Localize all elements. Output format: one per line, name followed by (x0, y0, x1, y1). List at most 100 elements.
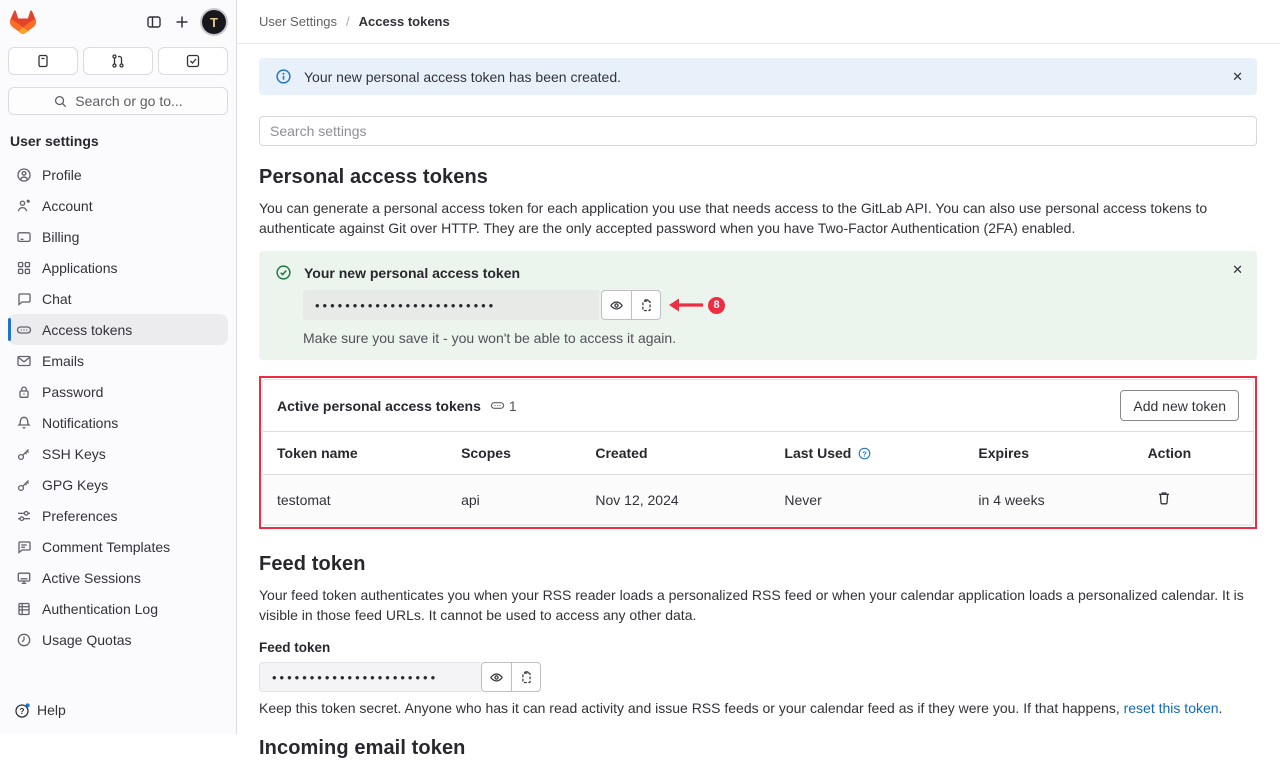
feed-note-text: Keep this token secret. Anyone who has i… (259, 700, 1124, 716)
clipboard-copy-icon (639, 298, 654, 313)
token-pill-icon (16, 322, 32, 338)
col-last-used-label: Last Used (784, 445, 851, 461)
reveal-feed-token-button[interactable] (481, 662, 511, 692)
help-button[interactable]: ? Help (8, 694, 72, 726)
search-or-go-to-label: Search or go to... (75, 93, 182, 109)
copy-token-button[interactable] (631, 290, 661, 320)
close-icon: ✕ (1232, 262, 1243, 277)
todo-check-icon (185, 53, 201, 69)
breadcrumb: User Settings / Access tokens (237, 0, 1280, 44)
sidebar-item-chat[interactable]: Chat (8, 283, 228, 314)
breadcrumb-user-settings[interactable]: User Settings (259, 14, 337, 29)
sidebar-item-label: Billing (42, 229, 79, 245)
sidebar-item-label: GPG Keys (42, 477, 108, 493)
sidebar-item-gpg-keys[interactable]: GPG Keys (8, 469, 228, 500)
red-arrow-icon (667, 297, 705, 313)
lock-icon (16, 384, 32, 400)
col-token-name: Token name (263, 432, 447, 475)
sidebar-item-applications[interactable]: Applications (8, 252, 228, 283)
active-tokens-card: Active personal access tokens 1 Add new … (262, 379, 1254, 526)
eye-icon (489, 670, 504, 685)
grid-icon (16, 260, 32, 276)
success-alert-note: Make sure you save it - you won't be abl… (303, 330, 1217, 346)
account-icon (16, 198, 32, 214)
col-scopes: Scopes (447, 432, 581, 475)
log-table-icon (16, 601, 32, 617)
add-new-token-button[interactable]: Add new token (1120, 390, 1239, 421)
sidebar-item-authentication-log[interactable]: Authentication Log (8, 593, 228, 624)
breadcrumb-access-tokens: Access tokens (359, 14, 450, 29)
sidebar-item-preferences[interactable]: Preferences (8, 500, 228, 531)
create-new-button[interactable] (168, 8, 196, 36)
search-settings-input[interactable] (259, 116, 1257, 146)
breadcrumb-separator: / (346, 14, 350, 29)
gitlab-logo-icon[interactable] (10, 10, 36, 34)
search-icon (53, 94, 68, 109)
active-tokens-count-value: 1 (509, 398, 517, 414)
col-action: Action (1134, 432, 1253, 475)
info-alert-close-button[interactable]: ✕ (1232, 68, 1243, 86)
sidebar-item-ssh-keys[interactable]: SSH Keys (8, 438, 228, 469)
help-question-icon[interactable]: ? (857, 446, 872, 461)
plus-icon (174, 14, 190, 30)
feed-token-note: Keep this token secret. Anyone who has i… (259, 700, 1257, 716)
trash-icon (1156, 490, 1172, 506)
sidebar-item-emails[interactable]: Emails (8, 345, 228, 376)
sidebar-item-label: Access tokens (42, 322, 132, 338)
eye-icon (609, 298, 624, 313)
success-alert-close-button[interactable]: ✕ (1232, 261, 1243, 279)
sidebar-item-label: Account (42, 198, 93, 214)
copy-feed-token-button[interactable] (511, 662, 541, 692)
incoming-email-token-heading: Incoming email token (259, 737, 1257, 760)
sidebar-section-title: User settings (0, 115, 236, 155)
feed-token-label: Feed token (259, 640, 1257, 655)
feed-note-period: . (1219, 700, 1223, 716)
active-tokens-count: 1 (490, 398, 517, 414)
issues-icon (35, 53, 51, 69)
sidebar-item-label: Preferences (42, 508, 117, 524)
cell-expires: in 4 weeks (964, 475, 1133, 525)
sidebar-item-label: Profile (42, 167, 82, 183)
col-expires: Expires (964, 432, 1133, 475)
personal-access-tokens-description: You can generate a personal access token… (259, 198, 1257, 238)
sidebar-item-billing[interactable]: Billing (8, 221, 228, 252)
revoke-token-button[interactable] (1148, 490, 1172, 506)
sidebar-item-label: Authentication Log (42, 601, 158, 617)
sidebar-item-label: Usage Quotas (42, 632, 132, 648)
success-alert: Your new personal access token •••••••••… (259, 251, 1257, 360)
chat-bubble-icon (16, 291, 32, 307)
reveal-token-button[interactable] (601, 290, 631, 320)
issues-shortcut-button[interactable] (8, 47, 78, 75)
cell-token-name: testomat (263, 475, 447, 525)
credit-card-icon (16, 229, 32, 245)
help-icon: ? (14, 702, 31, 719)
merge-requests-shortcut-button[interactable] (83, 47, 153, 75)
sidebar-item-active-sessions[interactable]: Active Sessions (8, 562, 228, 593)
feed-token-heading: Feed token (259, 553, 1257, 576)
user-avatar[interactable]: T (202, 10, 226, 34)
annotation-badge: 8 (708, 297, 725, 314)
personal-access-tokens-heading: Personal access tokens (259, 166, 1257, 189)
clipboard-copy-icon (519, 670, 534, 685)
profile-icon (16, 167, 32, 183)
cell-action (1134, 475, 1253, 525)
todos-shortcut-button[interactable] (158, 47, 228, 75)
reset-this-token-link[interactable]: reset this token (1124, 700, 1219, 716)
collapse-sidebar-button[interactable] (140, 8, 168, 36)
sidebar-item-account[interactable]: Account (8, 190, 228, 221)
sidebar-topbar: T (0, 0, 236, 44)
info-alert: Your new personal access token has been … (259, 58, 1257, 95)
sidebar-item-access-tokens[interactable]: Access tokens (8, 314, 228, 345)
monitor-icon (16, 570, 32, 586)
key-icon (16, 477, 32, 493)
sidebar-item-notifications[interactable]: Notifications (8, 407, 228, 438)
sidebar-item-label: Comment Templates (42, 539, 170, 555)
sidebar-item-password[interactable]: Password (8, 376, 228, 407)
sidebar-item-usage-quotas[interactable]: Usage Quotas (8, 624, 228, 655)
search-or-go-to[interactable]: Search or go to... (8, 87, 228, 115)
info-icon (275, 68, 292, 85)
sidebar-item-comment-templates[interactable]: Comment Templates (8, 531, 228, 562)
key-icon (16, 446, 32, 462)
sidebar-item-profile[interactable]: Profile (8, 159, 228, 190)
settings-nav: Profile Account Billing Applications Cha… (0, 155, 236, 655)
